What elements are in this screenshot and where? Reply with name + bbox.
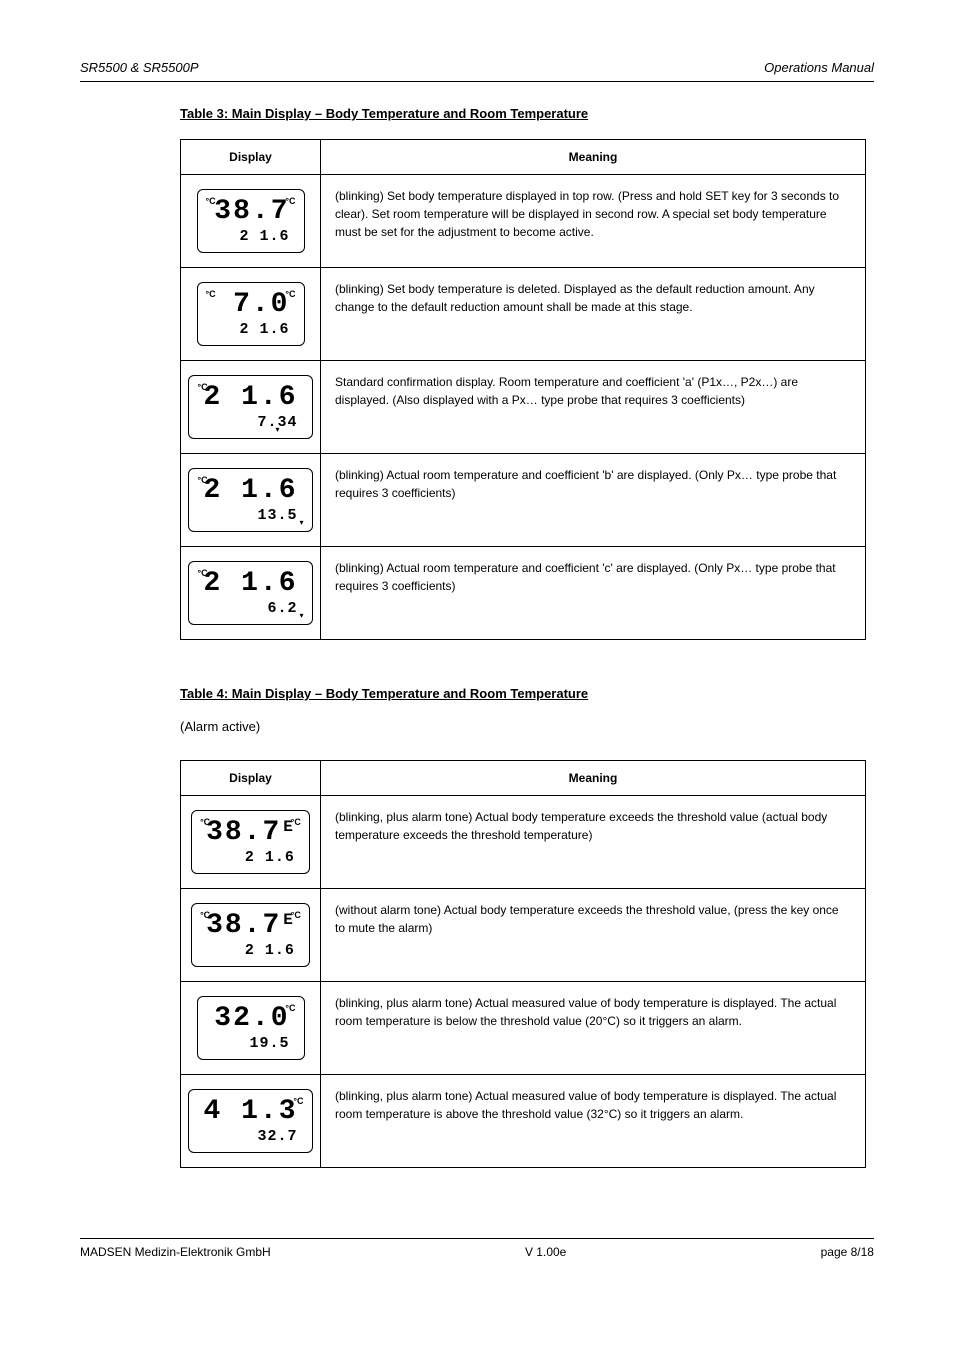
meaning-cell: (blinking) Actual room temperature and c…: [321, 547, 866, 640]
lcd-small: 13.5: [203, 507, 297, 525]
meaning-cell: (blinking) Set body temperature displaye…: [321, 175, 866, 268]
meaning-cell: (blinking) Actual room temperature and c…: [321, 454, 866, 547]
unit-icon: °C: [293, 1096, 303, 1106]
lcd-display: °C °C38.7E 2 1.6: [191, 810, 310, 874]
unit-icon: °C: [206, 289, 216, 299]
doc-id: SR5500 & SR5500P: [80, 60, 199, 75]
doc-title: Operations Manual: [764, 60, 874, 75]
meaning-cell: Standard confirmation display. Room temp…: [321, 361, 866, 454]
lcd-big: 2 1.6: [203, 477, 297, 505]
lcd-display: °C2 1.6 13.5▾: [188, 468, 312, 532]
lcd-big: 38.7E: [206, 819, 295, 847]
table-row: °C °C38.7E 2 1.6 (blinking, plus alarm tone…: [181, 796, 866, 889]
unit-icon: °C: [291, 910, 301, 920]
footer-version: V 1.00e: [525, 1245, 566, 1259]
unit-icon: °C: [200, 817, 210, 827]
lcd-big: 4 1.3: [203, 1098, 297, 1126]
table-row: °C °C38.7 2 1.6 (blinking) Set body tempera…: [181, 175, 866, 268]
lcd-small: 2 1.6: [212, 228, 290, 246]
unit-icon: °C: [197, 568, 207, 578]
footer: MADSEN Medizin-Elektronik GmbH V 1.00e p…: [80, 1238, 874, 1259]
table-row: °C2 1.6 6.2▾ (blinking) Actual room temper…: [181, 547, 866, 640]
table-row: °C2 1.6 13.5▾ (blinking) Actual room tempe…: [181, 454, 866, 547]
table4: Display Meaning °C°C38.7E2 1.6(blinking,…: [180, 760, 866, 1168]
lcd-big: 38.7: [212, 198, 290, 226]
unit-icon: °C: [206, 196, 216, 206]
table-row: °C2 1.6 7.34▾ Standard confirmation displa…: [181, 361, 866, 454]
lcd-display: °C4 1.3 32.7: [188, 1089, 312, 1153]
table3-col-meaning: Meaning: [321, 140, 866, 175]
lcd-display: °C2 1.6 7.34▾: [188, 375, 312, 439]
meaning-cell: (blinking) Set body temperature is delet…: [321, 268, 866, 361]
table4-col-meaning: Meaning: [321, 761, 866, 796]
lcd-small: 6.2: [203, 600, 297, 618]
lcd-big: 7.0: [212, 291, 290, 319]
table-row: °C4 1.3 32.7 (blinking, plus alarm tone) A…: [181, 1075, 866, 1168]
table4-heading: Table 4: Main Display – Body Temperature…: [180, 686, 874, 701]
display-cell: °C2 1.6 13.5▾: [181, 454, 321, 547]
lcd-big: 2 1.6: [203, 384, 297, 412]
table4-col-display: Display: [181, 761, 321, 796]
header-bar: SR5500 & SR5500P Operations Manual: [80, 60, 874, 82]
lcd-display: °C2 1.6 6.2▾: [188, 561, 312, 625]
lcd-small: 2 1.6: [212, 321, 290, 339]
lcd-display: °C °C7.0 2 1.6: [197, 282, 305, 346]
marker-icon: ▾: [299, 611, 303, 620]
table-row: °C °C7.0 2 1.6 (blinking) Set body temperat…: [181, 268, 866, 361]
lcd-small: 2 1.6: [206, 849, 295, 867]
lcd-display: °C32.0 19.5: [197, 996, 305, 1060]
table-row: °C32.0 19.5 (blinking, plus alarm tone) Ac…: [181, 982, 866, 1075]
table3-col-display: Display: [181, 140, 321, 175]
marker-icon: ▾: [275, 425, 279, 434]
display-cell: °C4 1.3 32.7: [181, 1075, 321, 1168]
table3-heading: Table 3: Main Display – Body Temperature…: [180, 106, 874, 121]
lcd-small: 32.7: [203, 1128, 297, 1146]
lcd-small: 2 1.6: [206, 942, 295, 960]
unit-icon: °C: [200, 910, 210, 920]
meaning-cell: (without alarm tone) Actual body tempera…: [321, 889, 866, 982]
table4-subheading: (Alarm active): [180, 719, 874, 734]
footer-page: page 8/18: [821, 1245, 874, 1259]
unit-icon: °C: [197, 475, 207, 485]
lcd-big: 2 1.6: [203, 570, 297, 598]
display-cell: °C °C7.0 2 1.6: [181, 268, 321, 361]
lcd-small: 7.34: [203, 414, 297, 432]
display-cell: °C32.0 19.5: [181, 982, 321, 1075]
unit-icon: °C: [285, 289, 295, 299]
unit-icon: °C: [285, 1003, 295, 1013]
unit-icon: °C: [285, 196, 295, 206]
lcd-big: 38.7E: [206, 912, 295, 940]
marker-icon: ▾: [299, 518, 303, 527]
unit-icon: °C: [197, 382, 207, 392]
meaning-cell: (blinking, plus alarm tone) Actual measu…: [321, 982, 866, 1075]
display-cell: °C2 1.6 7.34▾: [181, 361, 321, 454]
lcd-small: 19.5: [212, 1035, 290, 1053]
lcd-display: °C °C38.7E 2 1.6: [191, 903, 310, 967]
unit-icon: °C: [291, 817, 301, 827]
table-row: °C °C38.7E 2 1.6 (without alarm tone) Actua…: [181, 889, 866, 982]
table3: Display Meaning °C°C38.72 1.6(blinking) …: [180, 139, 866, 640]
display-cell: °C2 1.6 6.2▾: [181, 547, 321, 640]
lcd-big: 32.0: [212, 1005, 290, 1033]
display-cell: °C °C38.7 2 1.6: [181, 175, 321, 268]
meaning-cell: (blinking, plus alarm tone) Actual measu…: [321, 1075, 866, 1168]
meaning-cell: (blinking, plus alarm tone) Actual body …: [321, 796, 866, 889]
display-cell: °C °C38.7E 2 1.6: [181, 889, 321, 982]
footer-company: MADSEN Medizin-Elektronik GmbH: [80, 1245, 271, 1259]
lcd-display: °C °C38.7 2 1.6: [197, 189, 305, 253]
display-cell: °C °C38.7E 2 1.6: [181, 796, 321, 889]
